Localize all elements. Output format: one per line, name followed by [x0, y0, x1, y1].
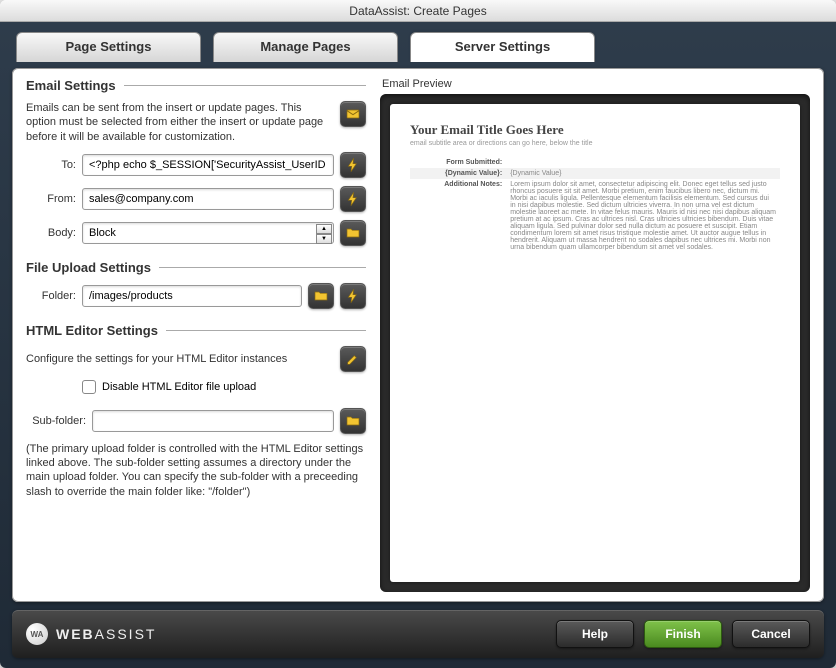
folder-icon	[345, 413, 361, 429]
stepper-up-icon[interactable]: ▲	[316, 224, 332, 234]
lightning-icon	[345, 191, 361, 207]
tabs: Page Settings Manage Pages Server Settin…	[12, 32, 824, 62]
preview-row-key: {Dynamic Value}:	[410, 168, 506, 179]
html-editor-heading: HTML Editor Settings	[26, 323, 366, 338]
email-settings-heading: Email Settings	[26, 78, 366, 93]
from-lightning-button[interactable]	[340, 186, 366, 212]
tab-page-settings[interactable]: Page Settings	[16, 32, 201, 62]
to-label: To:	[26, 159, 76, 171]
preview-row-val: {Dynamic Value}	[506, 168, 780, 179]
subfolder-note: (The primary upload folder is controlled…	[26, 442, 366, 499]
window-title: DataAssist: Create Pages	[0, 0, 836, 22]
email-preview-frame: Your Email Title Goes Here email subtitl…	[380, 94, 810, 592]
folder-label: Folder:	[26, 290, 76, 302]
preview-row-key: Additional Notes:	[410, 179, 506, 253]
folder-input[interactable]	[82, 285, 302, 307]
preview-title: Your Email Title Goes Here	[410, 122, 780, 138]
email-settings-desc: Emails can be sent from the insert or up…	[26, 101, 334, 144]
lightning-icon	[345, 288, 361, 304]
preview-table: Form Submitted: {Dynamic Value}:{Dynamic…	[410, 157, 780, 253]
editor-edit-button[interactable]	[340, 346, 366, 372]
from-label: From:	[26, 193, 76, 205]
disable-upload-label: Disable HTML Editor file upload	[102, 381, 256, 393]
folder-lightning-button[interactable]	[340, 283, 366, 309]
tab-manage-pages[interactable]: Manage Pages	[213, 32, 398, 62]
body-folder-button[interactable]	[340, 220, 366, 246]
preview-row-val	[506, 157, 780, 168]
email-preview-label: Email Preview	[382, 78, 810, 90]
folder-browse-button[interactable]	[308, 283, 334, 309]
email-icon-button[interactable]	[340, 101, 366, 127]
tab-server-settings[interactable]: Server Settings	[410, 32, 595, 62]
envelope-icon	[345, 106, 361, 122]
html-editor-desc: Configure the settings for your HTML Edi…	[26, 352, 334, 366]
folder-icon	[313, 288, 329, 304]
preview-row-key: Form Submitted:	[410, 157, 506, 168]
body-stepper[interactable]: ▲▼	[316, 224, 332, 242]
subfolder-label: Sub-folder:	[26, 415, 86, 427]
lightning-icon	[345, 157, 361, 173]
preview-subtitle: email subtitle area or directions can go…	[410, 140, 780, 147]
brand-badge-icon: WA	[26, 623, 48, 645]
finish-button[interactable]: Finish	[644, 620, 722, 648]
folder-icon	[345, 225, 361, 241]
subfolder-browse-button[interactable]	[340, 408, 366, 434]
file-upload-heading: File Upload Settings	[26, 260, 366, 275]
pencil-icon	[345, 351, 361, 367]
subfolder-input[interactable]	[92, 410, 334, 432]
preview-row-val: Lorem ipsum dolor sit amet, consectetur …	[506, 179, 780, 253]
help-button[interactable]: Help	[556, 620, 634, 648]
to-input[interactable]	[82, 154, 334, 176]
brand-logo: WA WEBASSIST	[26, 623, 156, 645]
to-lightning-button[interactable]	[340, 152, 366, 178]
cancel-button[interactable]: Cancel	[732, 620, 810, 648]
from-input[interactable]	[82, 188, 334, 210]
disable-upload-checkbox[interactable]	[82, 380, 96, 394]
body-input[interactable]	[82, 222, 334, 244]
stepper-down-icon[interactable]: ▼	[316, 234, 332, 244]
body-label: Body:	[26, 227, 76, 239]
